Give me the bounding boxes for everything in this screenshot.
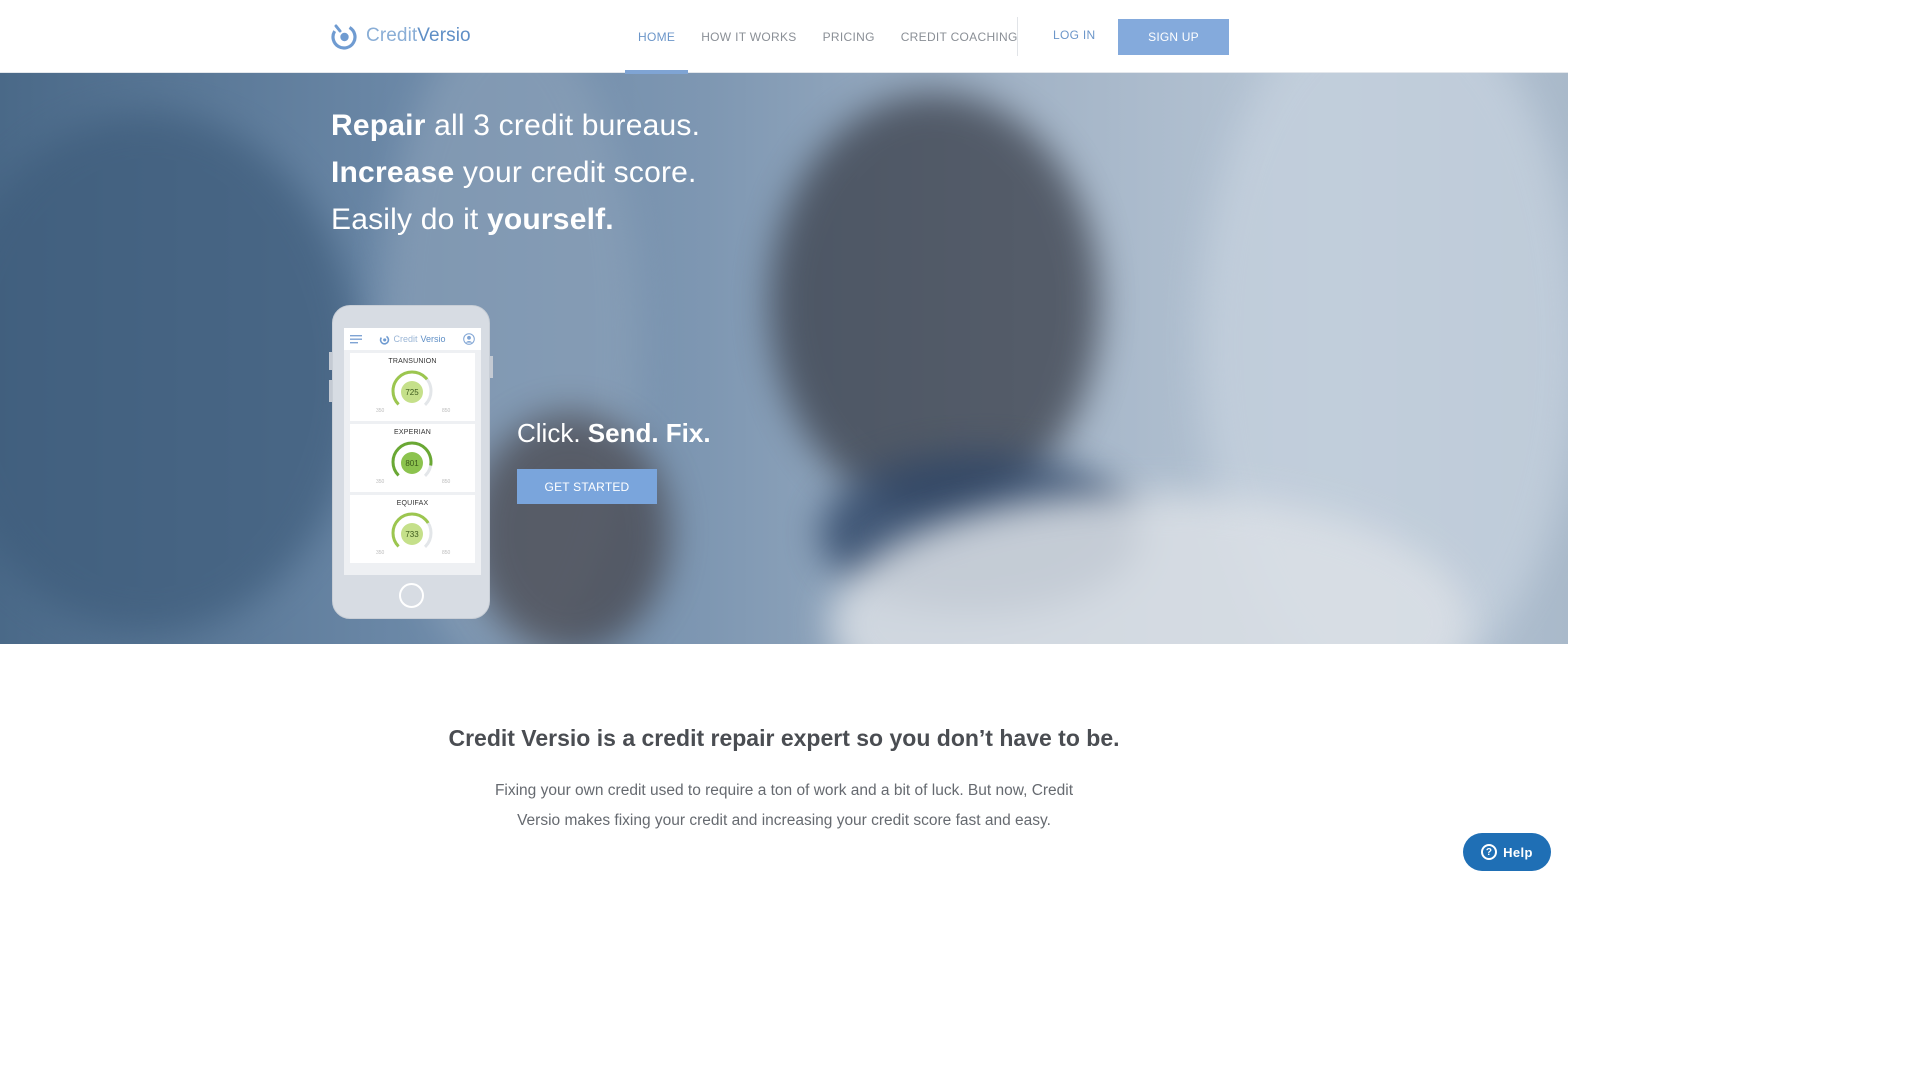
phone-app-bar: Credit Versio <box>344 328 481 350</box>
user-icon <box>463 333 475 345</box>
help-label: Help <box>1503 844 1533 860</box>
bureau-card-equifax: EQUIFAX 733 350 850 <box>350 495 475 563</box>
menu-icon <box>350 334 362 343</box>
bureau-name: TRANSUNION <box>388 358 437 365</box>
bureau-card-experian: EXPERIAN 801 350 850 <box>350 424 475 492</box>
main-nav: HOME HOW IT WORKS PRICING CREDIT COACHIN… <box>625 0 1031 74</box>
bureau-name: EXPERIAN <box>394 429 431 436</box>
hero-headline: Repair all 3 credit bureaus. Increase yo… <box>331 102 700 243</box>
phone-home-button <box>399 583 424 608</box>
bureau-name: EQUIFAX <box>396 500 429 507</box>
headline-line-1: Repair all 3 credit bureaus. <box>331 109 701 142</box>
gauge-min: 350 <box>376 408 385 414</box>
nav-divider <box>1017 17 1018 56</box>
hero-tagline: Click. Send. Fix. <box>517 418 711 448</box>
nav-how-it-works[interactable]: HOW IT WORKS <box>688 0 809 73</box>
phone-brand: Credit Versio <box>379 334 446 345</box>
nav-credit-coaching[interactable]: CREDIT COACHING <box>888 0 1031 73</box>
credit-score: 801 <box>401 452 423 474</box>
phone-mockup: Credit Versio TRANSUNION 725 350 850 EXPE… <box>329 305 493 619</box>
nav-home[interactable]: HOME <box>625 0 689 74</box>
get-started-button[interactable]: GET STARTED <box>517 469 657 504</box>
phone-screen: Credit Versio TRANSUNION 725 350 850 EXPE… <box>344 328 481 575</box>
logo-mark-icon <box>331 24 357 50</box>
gauge-max: 850 <box>442 550 451 556</box>
bureau-card-transunion: TRANSUNION 725 350 850 <box>350 353 475 421</box>
creditversio-logo[interactable]: CreditVersio <box>330 21 471 51</box>
login-link[interactable]: LOG IN <box>1053 28 1095 42</box>
phone-side-button <box>329 352 332 370</box>
credit-score: 725 <box>401 381 423 403</box>
intro-text: Fixing your own credit used to require a… <box>494 782 1074 829</box>
help-button[interactable]: ? Help <box>1463 833 1551 871</box>
headline-line-3: Easily do it yourself. <box>331 203 614 236</box>
phone-side-button <box>490 356 493 378</box>
nav-pricing[interactable]: PRICING <box>810 0 888 73</box>
phone-side-button <box>329 380 332 402</box>
headline-line-2: Increase your credit score. <box>331 156 697 189</box>
gauge-min: 350 <box>376 550 385 556</box>
credit-score: 733 <box>401 523 423 545</box>
signup-button[interactable]: SIGN UP <box>1118 19 1229 55</box>
gauge-max: 850 <box>442 479 451 485</box>
hero-section: Repair all 3 credit bureaus. Increase yo… <box>0 73 1568 644</box>
hero-person-head <box>770 93 1100 513</box>
logo-text: CreditVersio <box>366 25 471 46</box>
intro-title: Credit Versio is a credit repair expert … <box>448 725 1120 751</box>
site-header: CreditVersio HOME HOW IT WORKS PRICING C… <box>0 0 1568 74</box>
logo-mark-icon <box>380 334 390 345</box>
question-icon: ? <box>1481 844 1498 860</box>
gauge-max: 850 <box>442 408 451 414</box>
hero-background-shape <box>0 113 360 633</box>
gauge-min: 350 <box>376 479 385 485</box>
